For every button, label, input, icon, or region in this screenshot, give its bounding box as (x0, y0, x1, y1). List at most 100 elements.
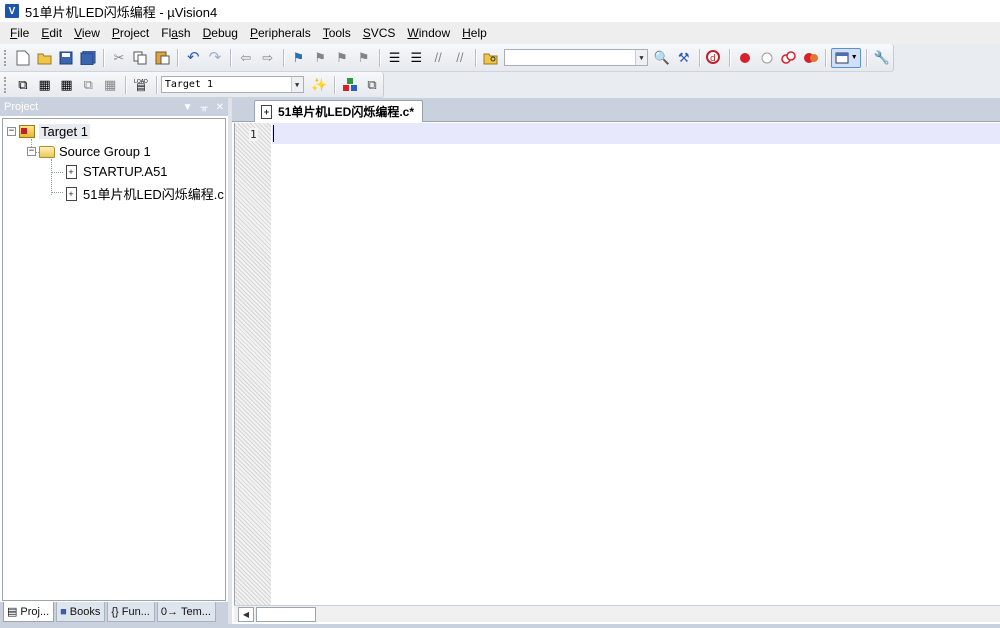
file-toolbar: ✂ ↶ ↷ ⇦ ⇨ ⚑ ⚑ ⚑ ⚑ ☰ ☰ // // ▼ 🔍 ⚒ d ▼ 🔧 (0, 44, 894, 72)
configuration-wrench-icon[interactable]: 🔧 (872, 48, 892, 68)
menu-peripherals[interactable]: Peripherals (244, 22, 317, 44)
copy-icon[interactable] (131, 48, 151, 68)
file-icon: + (261, 104, 272, 119)
menu-help[interactable]: Help (456, 22, 493, 44)
unindent-icon[interactable]: ☰ (406, 48, 426, 68)
folder-icon (39, 145, 55, 159)
next-bookmark-icon[interactable]: ⚑ (332, 48, 352, 68)
horizontal-scrollbar[interactable]: ◀ (234, 605, 1000, 622)
templates-icon: 0→ (160, 605, 178, 618)
tab-functions[interactable]: {} Fun... (107, 602, 155, 622)
redo-icon[interactable]: ↷ (205, 48, 225, 68)
undo-icon[interactable]: ↶ (183, 48, 203, 68)
current-line-highlight (272, 123, 1000, 144)
kill-breakpoints-icon[interactable] (801, 48, 821, 68)
menu-flash[interactable]: Flash (155, 22, 196, 44)
translate-icon[interactable]: ⧉ (13, 75, 33, 95)
uncomment-icon[interactable]: // (450, 48, 470, 68)
target-select-value: Target 1 (164, 79, 213, 90)
toolbar-separator (155, 75, 157, 94)
prev-bookmark-icon[interactable]: ⚑ (310, 48, 330, 68)
panel-menu-icon[interactable]: ▼ (183, 102, 193, 113)
tab-templates[interactable]: 0→ Tem... (156, 602, 216, 622)
menu-project[interactable]: Project (106, 22, 155, 44)
project-tree: − Target 1 − Source Group 1 + STARTUP.A5… (2, 118, 226, 601)
target-label: Target 1 (39, 124, 90, 139)
toolbar-grip[interactable] (4, 76, 8, 93)
tab-books[interactable]: ■ Books (56, 602, 106, 622)
uvision-app-icon[interactable]: V (5, 4, 19, 18)
tab-label: Fun... (121, 605, 150, 618)
save-all-icon[interactable] (78, 48, 98, 68)
manage-project-items-icon[interactable] (340, 75, 360, 95)
line-number-gutter (235, 123, 271, 605)
tree-target[interactable]: − Target 1 (7, 124, 90, 139)
menu-window[interactable]: Window (401, 22, 456, 44)
scroll-left-icon[interactable]: ◀ (238, 607, 254, 622)
toolbar-grip[interactable] (4, 49, 8, 66)
clear-bookmarks-icon[interactable]: ⚑ (354, 48, 374, 68)
collapse-icon[interactable]: − (27, 147, 36, 156)
menu-file[interactable]: File (4, 22, 35, 44)
enable-breakpoint-icon[interactable] (757, 48, 777, 68)
line-number: 1 (249, 128, 258, 141)
tree-connector (51, 159, 52, 195)
file-icon: + (63, 164, 79, 179)
tree-connector (51, 192, 63, 193)
comment-icon[interactable]: // (428, 48, 448, 68)
new-file-icon[interactable] (13, 48, 33, 68)
incremental-find-icon[interactable]: ⚒ (674, 48, 694, 68)
chevron-down-icon[interactable]: ▼ (290, 77, 303, 92)
rebuild-icon[interactable]: ▦ (57, 75, 77, 95)
status-strip (0, 624, 1000, 628)
svg-text:d: d (710, 54, 716, 64)
tree-file[interactable]: + STARTUP.A51 (63, 164, 168, 179)
open-folder-icon[interactable] (35, 48, 55, 68)
save-icon[interactable] (57, 48, 77, 68)
menu-debug[interactable]: Debug (197, 22, 244, 44)
panel-splitter[interactable] (228, 98, 232, 628)
chevron-down-icon: ▼ (850, 54, 858, 61)
indent-icon[interactable]: ☰ (385, 48, 405, 68)
toolbar-separator (729, 48, 731, 67)
build-icon[interactable]: ▦ (35, 75, 55, 95)
insert-breakpoint-icon[interactable] (735, 48, 755, 68)
navigate-back-icon[interactable]: ⇦ (236, 48, 256, 68)
bookmark-icon[interactable]: ⚑ (289, 48, 309, 68)
editor-tab-label: 51单片机LED闪烁编程.c* (278, 105, 415, 119)
cut-icon[interactable]: ✂ (109, 48, 129, 68)
code-editor[interactable]: 1 (234, 123, 1000, 605)
target-options-icon[interactable]: ✨ (310, 75, 330, 95)
menu-edit[interactable]: Edit (35, 22, 68, 44)
disable-breakpoints-icon[interactable] (779, 48, 799, 68)
collapse-icon[interactable]: − (7, 127, 16, 136)
close-icon[interactable]: ✕ (216, 102, 224, 113)
menu-svcs[interactable]: SVCS (357, 22, 402, 44)
find-icon[interactable]: 🔍 (652, 48, 672, 68)
stop-build-icon[interactable]: ▦ (100, 75, 120, 95)
window-layout-dropdown[interactable]: ▼ (831, 47, 862, 68)
debug-session-icon[interactable]: d (705, 48, 725, 68)
project-panel-tabs: ▤ Proj... ■ Books {} Fun... 0→ Tem... (0, 602, 228, 624)
pin-icon[interactable]: ᚂ (200, 102, 207, 113)
find-in-files-icon[interactable] (481, 48, 501, 68)
navigate-forward-icon[interactable]: ⇨ (258, 48, 278, 68)
file-icon: + (63, 186, 79, 201)
tree-source-group[interactable]: − Source Group 1 (27, 144, 151, 159)
scroll-thumb[interactable] (256, 607, 316, 622)
toolbar-separator (866, 48, 868, 67)
build-toolbar: ⧉ ▦ ▦ ⧉ ▦ LOAD ▤ Target 1 ▼ ✨ ⧉ (0, 72, 384, 98)
paste-icon[interactable] (153, 48, 173, 68)
tree-file[interactable]: + 51单片机LED闪烁编程.c (63, 184, 224, 203)
select-target-combo[interactable]: Target 1 ▼ (160, 76, 304, 93)
batch-build-icon[interactable]: ⧉ (78, 75, 98, 95)
title-bar: V 51单片机LED闪烁编程 - µVision4 (0, 0, 1000, 22)
download-icon[interactable]: LOAD ▤ (131, 75, 151, 95)
editor-tab-active[interactable]: + 51单片机LED闪烁编程.c* (254, 100, 424, 122)
menu-view[interactable]: View (68, 22, 106, 44)
select-packs-icon[interactable]: ⧉ (362, 75, 382, 95)
find-combo[interactable]: ▼ (503, 49, 648, 66)
tab-project[interactable]: ▤ Proj... (3, 602, 55, 622)
chevron-down-icon[interactable]: ▼ (635, 50, 647, 65)
menu-tools[interactable]: Tools (317, 22, 357, 44)
